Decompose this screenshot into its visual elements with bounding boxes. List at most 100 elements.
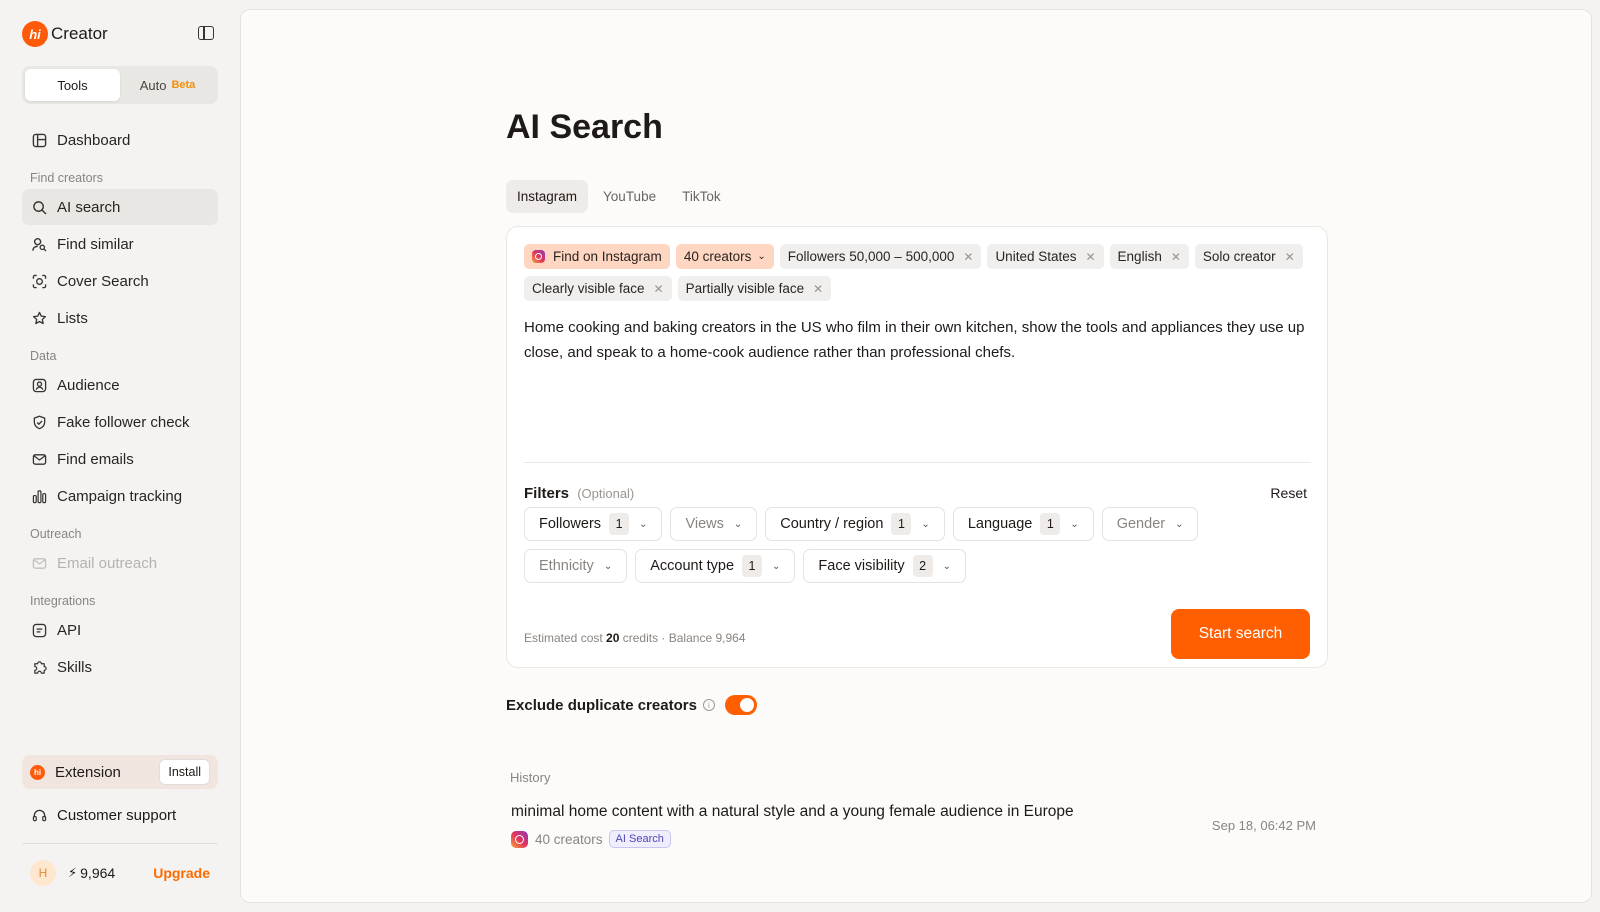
main-panel: AI Search Instagram YouTube TikTok Find … (240, 9, 1592, 903)
history-item[interactable]: minimal home content with a natural styl… (511, 803, 1311, 848)
sidebar-item-label: Email outreach (57, 554, 158, 572)
sidebar-item-find-emails[interactable]: Find emails (22, 441, 218, 477)
audience-icon (31, 377, 47, 393)
sidebar-item-api[interactable]: API (22, 612, 218, 648)
filter-country-region[interactable]: Country / region 1 ⌄ (765, 507, 945, 541)
chip-creator-count[interactable]: 40 creators ⌄ (675, 244, 774, 269)
customer-support-label: Customer support (57, 806, 177, 824)
info-icon[interactable]: i (702, 699, 715, 711)
sidebar-item-label: Lists (57, 309, 88, 327)
filter-label: Language (967, 516, 1033, 532)
tab-tiktok[interactable]: TikTok (671, 180, 732, 213)
reset-button[interactable]: Reset (1270, 485, 1307, 501)
filter-account-type[interactable]: Account type 1 ⌄ (635, 549, 796, 583)
start-search-button[interactable]: Start search (1171, 609, 1310, 659)
chip-label: English (1117, 249, 1162, 264)
filter-count-badge: 1 (609, 513, 630, 535)
exclude-duplicates-label: Exclude duplicate creators (506, 696, 697, 714)
tab-instagram[interactable]: Instagram (506, 180, 589, 213)
brand-name: Creator (51, 24, 108, 43)
sidebar-item-campaign-tracking[interactable]: Campaign tracking (22, 478, 218, 514)
history-item-time: Sep 18, 06:42 PM (1211, 818, 1316, 833)
filter-row-2: Ethnicity ⌄ Account type 1 ⌄ Face visibi… (524, 549, 974, 583)
dashboard-icon (31, 132, 47, 148)
beta-badge: Beta (171, 79, 196, 91)
sidebar-item-find-similar[interactable]: Find similar (22, 226, 218, 262)
filters-optional-label: (Optional) (577, 486, 635, 501)
filter-ethnicity[interactable]: Ethnicity ⌄ (524, 549, 628, 583)
cost-suffix: credits · Balance 9,964 (622, 631, 746, 645)
extension-logo-icon: hi (30, 764, 45, 780)
puzzle-icon (31, 659, 47, 675)
mode-auto-button[interactable]: Auto Beta (120, 69, 215, 101)
sidebar-toggle-icon[interactable] (198, 26, 214, 40)
tab-youtube[interactable]: YouTube (592, 180, 667, 213)
sidebar-item-label: Cover Search (57, 272, 149, 290)
nav-section-integrations: Integrations (30, 594, 96, 608)
nav-section-find-creators: Find creators (30, 171, 103, 185)
chip-face-clear: Clearly visible face ✕ (524, 276, 672, 301)
sidebar-item-cover-search[interactable]: Cover Search (22, 263, 218, 299)
sidebar-item-skills[interactable]: Skills (22, 649, 218, 685)
sidebar-item-label: AI search (57, 198, 121, 216)
chip-language: English ✕ (1109, 244, 1189, 269)
platform-tabs: Instagram YouTube TikTok (506, 180, 736, 213)
filter-count-badge: 1 (742, 555, 763, 577)
filter-count-badge: 1 (1040, 513, 1061, 535)
mail-icon (31, 451, 47, 467)
avatar[interactable]: H (30, 860, 56, 886)
history-item-count: 40 creators (535, 831, 603, 847)
filter-followers[interactable]: Followers 1 ⌄ (524, 507, 663, 541)
chip-label: Clearly visible face (532, 281, 645, 296)
exclude-duplicates-row: Exclude duplicate creators i (506, 695, 757, 715)
close-icon[interactable]: ✕ (654, 282, 664, 296)
filter-gender[interactable]: Gender ⌄ (1101, 507, 1199, 541)
chevron-down-icon: ⌄ (942, 560, 952, 572)
user-search-icon (31, 236, 47, 252)
mode-tools-button[interactable]: Tools (25, 69, 120, 101)
filter-label: Followers (539, 516, 602, 532)
sidebar-item-audience[interactable]: Audience (22, 367, 218, 403)
search-prompt-input[interactable]: Home cooking and baking creators in the … (524, 315, 1314, 365)
close-icon[interactable]: ✕ (1285, 250, 1295, 264)
customer-support-link[interactable]: Customer support (22, 798, 176, 832)
install-button[interactable]: Install (159, 759, 210, 785)
card-divider (524, 462, 1311, 463)
bar-chart-icon (31, 488, 47, 504)
headset-icon (31, 807, 47, 823)
search-card: Find on Instagram 40 creators ⌄ Follower… (506, 226, 1328, 668)
filter-views[interactable]: Views ⌄ (670, 507, 758, 541)
extension-banner[interactable]: hi Extension Install (22, 755, 218, 789)
close-icon[interactable]: ✕ (813, 282, 823, 296)
credit-balance: ⚡ 9,964 (68, 865, 115, 881)
chip-platform[interactable]: Find on Instagram (524, 244, 670, 269)
sidebar-divider (22, 843, 218, 844)
chevron-down-icon: ⌄ (603, 560, 613, 572)
shield-check-icon (31, 414, 47, 430)
close-icon[interactable]: ✕ (1171, 250, 1181, 264)
chip-country: United States ✕ (987, 244, 1104, 269)
sidebar-item-label: Campaign tracking (57, 487, 183, 505)
sidebar-item-label: Dashboard (57, 131, 131, 149)
brand[interactable]: hi Creator (22, 18, 218, 50)
instagram-icon (511, 830, 528, 848)
upgrade-link[interactable]: Upgrade (153, 865, 210, 881)
chevron-down-icon: ⌄ (921, 518, 930, 530)
sidebar-item-lists[interactable]: Lists (22, 300, 218, 336)
sidebar-item-label: Audience (57, 376, 120, 394)
sidebar-item-ai-search[interactable]: AI search (22, 189, 218, 225)
mode-tools-label: Tools (57, 77, 88, 93)
filter-language[interactable]: Language 1 ⌄ (952, 507, 1094, 541)
chip-label: Followers 50,000 – 500,000 (787, 249, 955, 264)
extension-label: Extension (55, 763, 121, 781)
chip-account-type: Solo creator ✕ (1194, 244, 1303, 269)
history-label: History (510, 770, 551, 785)
sidebar-item-label: Find similar (57, 235, 134, 253)
chevron-down-icon: ⌄ (733, 518, 743, 530)
close-icon[interactable]: ✕ (963, 250, 973, 264)
exclude-duplicates-toggle[interactable] (724, 695, 757, 715)
sidebar-item-fake-follower-check[interactable]: Fake follower check (22, 404, 218, 440)
filter-face-visibility[interactable]: Face visibility 2 ⌄ (803, 549, 967, 583)
sidebar-item-dashboard[interactable]: Dashboard (22, 122, 218, 158)
close-icon[interactable]: ✕ (1085, 250, 1095, 264)
